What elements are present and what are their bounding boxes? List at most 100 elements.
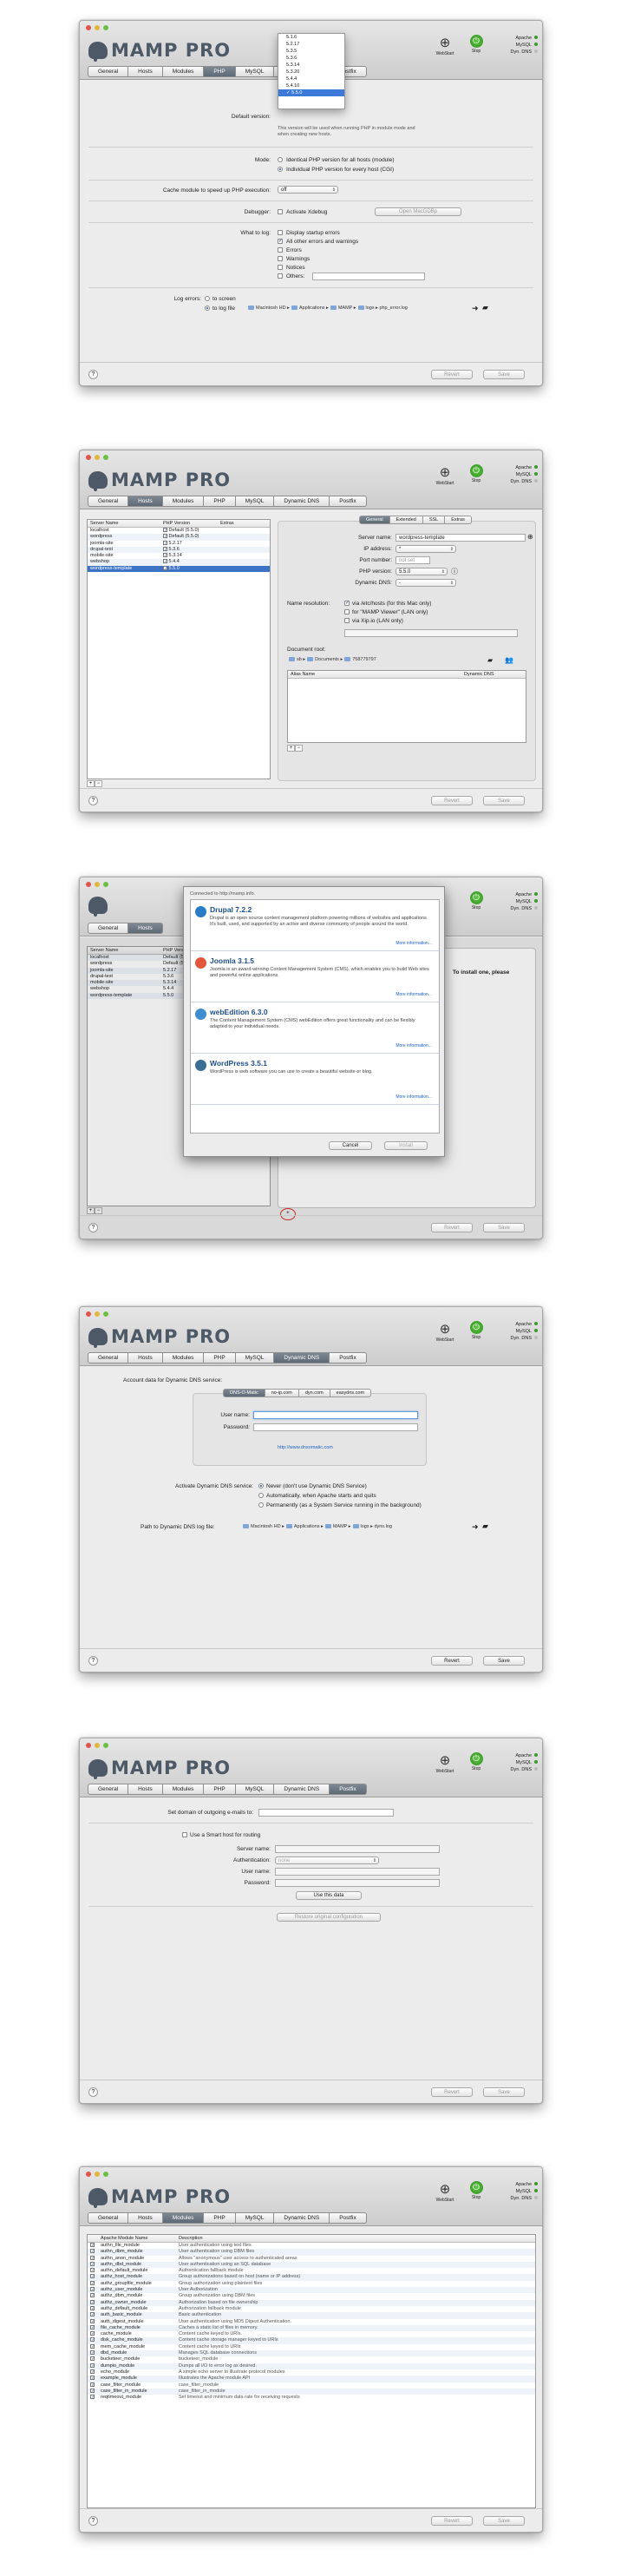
smtp-user-input[interactable] [275,1868,440,1876]
checkbox-icon[interactable]: ✓ [90,2388,95,2393]
permanent-radio[interactable] [258,1502,264,1508]
never-radio[interactable] [258,1483,264,1488]
checkbox-icon[interactable]: ✓ [90,2280,95,2285]
password-input[interactable] [253,1423,418,1431]
help-button[interactable]: ? [88,796,98,805]
stop-button[interactable]: ⏻ Stop [467,1321,486,1340]
cancel-button[interactable]: Cancel [329,1141,372,1150]
tab-dynamic-dns[interactable]: Dynamic DNS [274,1352,330,1364]
tab-php[interactable]: PHP [204,496,236,507]
tab-general[interactable]: General [88,1784,129,1795]
save-button[interactable]: Save [483,1656,525,1666]
log-startup-checkbox[interactable] [278,230,283,235]
php-version-dropdown[interactable]: 5.1.6 5.2.17 5.3.5 5.3.6 5.3.14 5.3.20 5.4.4 5.… [278,33,345,109]
to-screen-radio[interactable] [205,296,210,301]
module-row[interactable]: ✓ authz_dbm_module Group authorization usi… [88,2293,535,2299]
module-row[interactable]: ✓ authz_owner_module Authorization based o… [88,2299,535,2306]
cache-select[interactable]: off [278,186,338,194]
app-list[interactable]: Drupal 7.2.2 Drupal is an open source con… [190,899,440,1134]
service-dyn[interactable]: dyn.com [298,1389,330,1397]
close-button[interactable] [86,455,91,460]
module-row[interactable]: ✓ authn_anon_module Allows "anonymous" use… [88,2255,535,2262]
checkbox-icon[interactable]: ✓ [90,2376,95,2381]
module-row[interactable]: ✓ authn_dbd_module User authentication usi… [88,2261,535,2269]
remove-alias-button[interactable]: − [295,745,303,752]
module-row[interactable]: ✓ auth_digest_module User authentication u… [88,2318,535,2325]
tab-dynamic-dns[interactable]: Dynamic DNS [274,496,330,507]
checkbox-icon[interactable]: ✓ [163,559,167,564]
domain-input[interactable] [258,1809,394,1817]
server-name-input[interactable]: wordpress-template [395,534,526,542]
tab-hosts[interactable]: Hosts [128,2212,163,2224]
checkbox-icon[interactable]: ✓ [90,2255,95,2260]
save-button[interactable]: Save [483,796,525,805]
zoom-button[interactable] [103,455,108,460]
tab-postfix[interactable]: Postfix [330,1784,367,1795]
revert-button[interactable]: Revert [431,370,473,379]
checkbox-icon[interactable]: ✓ [90,2243,95,2248]
minimize-button[interactable] [95,882,100,887]
minimize-button[interactable] [95,455,100,460]
to-log-radio[interactable] [205,306,210,311]
tab-php[interactable]: PHP [204,1784,236,1795]
checkbox-icon[interactable]: ✓ [90,2382,95,2387]
folder-choose-icon[interactable]: ▰ [487,656,493,664]
checkbox-icon[interactable]: ✓ [90,2318,95,2323]
log-others-checkbox[interactable] [278,273,283,279]
checkbox-icon[interactable]: ✓ [90,2356,95,2362]
add-alias-button[interactable]: + [287,745,295,752]
alias-table[interactable]: Alias Name Dynamic DNS [287,670,526,743]
service-noip[interactable]: no-ip.com [265,1389,299,1397]
checkbox-icon[interactable]: ✓ [90,2261,95,2266]
host-row[interactable]: mobile-site ✓ 5.3.14 [88,553,270,559]
modules-table[interactable]: Apache Module Name Description ✓ authn_fil… [87,2234,536,2508]
more-info-link[interactable]: More information... [395,941,432,946]
checkbox-icon[interactable]: ✓ [90,2331,95,2336]
dnsomatic-link[interactable]: http://www.dnsomatic.com [278,1445,333,1450]
checkbox-icon[interactable]: ✓ [90,2362,95,2368]
folder-choose-icon[interactable]: ▰ [482,303,488,312]
tab-general[interactable]: General [88,923,129,934]
tab-hosts[interactable]: Hosts [128,496,163,507]
minimize-button[interactable] [95,1743,100,1748]
webstart-button[interactable]: ⊕ WebStart [434,36,456,57]
minimize-button[interactable] [95,1311,100,1317]
tab-modules[interactable]: Modules [162,66,205,77]
zoom-button[interactable] [103,25,108,30]
minimize-button[interactable] [95,25,100,30]
tab-general[interactable]: General [88,2212,129,2224]
checkbox-icon[interactable]: ✓ [90,2305,95,2310]
tab-mysql[interactable]: MySQL [235,496,275,507]
subtab-extras[interactable]: Extras [445,516,472,524]
log-notices-checkbox[interactable] [278,265,283,270]
tab-mysql[interactable]: MySQL [235,1352,275,1364]
module-row[interactable]: ✓ mem_cache_module Content cache keyed to … [88,2343,535,2350]
tab-modules[interactable]: Modules [162,496,205,507]
close-button[interactable] [86,25,91,30]
app-item[interactable]: Drupal 7.2.2 Drupal is an open source con… [191,900,439,951]
use-this-data-button[interactable]: Use this data [296,1891,362,1900]
host-row-selected[interactable]: wordpress-template ✓ 5.5.0 [88,565,270,573]
log-warnings-checkbox[interactable] [278,256,283,261]
subtab-extended[interactable]: Extended [389,516,423,524]
help-button[interactable]: ? [88,370,98,379]
module-row[interactable]: ✓ authn_file_module User authentication us… [88,2243,535,2249]
module-row[interactable]: ✓ authz_host_module Group authorizations b… [88,2274,535,2281]
revert-button[interactable]: Revert [431,1223,473,1232]
info-icon[interactable]: ⓘ [451,567,458,576]
webstart-button[interactable]: ⊕ WebStart [434,466,456,487]
checkbox-icon[interactable]: ✓ [90,2350,95,2356]
dropdown-option-selected[interactable]: ✓ 5.5.0 [278,89,344,96]
log-all-checkbox[interactable]: ✓ [278,239,283,244]
app-item[interactable]: Joomla 3.1.5 Joomla is an award-winning C… [191,951,439,1002]
dropdown-option[interactable]: 5.4.4 [278,76,344,82]
tab-postfix[interactable]: Postfix [330,1352,367,1364]
tab-dynamic-dns[interactable]: Dynamic DNS [274,2212,330,2224]
close-button[interactable] [86,2172,91,2177]
authentication-select[interactable]: none [275,1856,379,1864]
service-dnsomatic[interactable]: DNS-O-Matic [223,1389,265,1397]
stop-button[interactable]: ⏻ Stop [467,1752,486,1771]
help-button[interactable]: ? [88,2516,98,2526]
revert-button[interactable]: Revert [431,796,473,805]
checkbox-icon[interactable]: ✓ [90,2249,95,2254]
